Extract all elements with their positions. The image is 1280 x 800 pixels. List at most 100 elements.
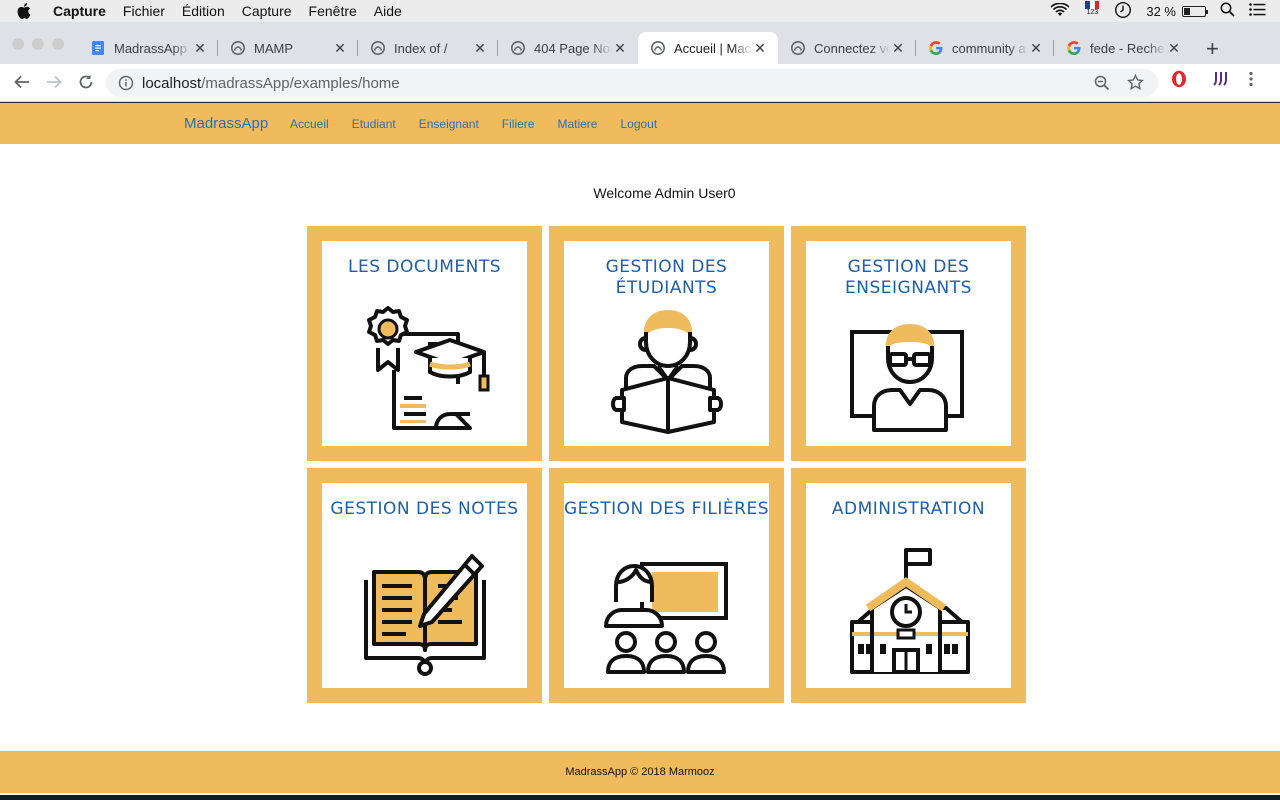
apple-menu-icon[interactable]	[17, 2, 35, 20]
site-navbar: MadrassApp Accueil Etudiant Enseignant F…	[0, 103, 1280, 144]
browser-tab[interactable]: Index of / ✕	[358, 32, 498, 64]
card-administration[interactable]: Administration	[791, 468, 1026, 703]
browser-toolbar: localhost/madrassApp/examples/home	[0, 64, 1280, 102]
card-title: Les documents	[348, 257, 501, 277]
forward-arrow-icon[interactable]	[44, 73, 64, 93]
browser-tab-strip: MadrassApp ✕ MAMP ✕ Index of / ✕ 404 Pag…	[0, 22, 1280, 64]
browser-tab-active[interactable]: Accueil | Madr ✕	[638, 32, 778, 64]
google-g-icon	[1067, 41, 1081, 55]
tab-title: community a	[952, 40, 1026, 56]
url-host: localhost	[142, 74, 202, 92]
menu-fichier[interactable]: Fichier	[123, 3, 165, 19]
close-window-button[interactable]	[12, 38, 24, 50]
input-source-caption: 123	[1086, 9, 1099, 16]
card-etudiants[interactable]: Gestion des étudiants	[549, 226, 784, 461]
clock-icon[interactable]	[1114, 1, 1132, 22]
extensions-area	[1170, 69, 1254, 89]
wifi-icon[interactable]	[1050, 2, 1070, 20]
close-tab-icon[interactable]: ✕	[1166, 40, 1182, 57]
nav-etudiant[interactable]: Etudiant	[352, 117, 396, 131]
url-path: /madrassApp/examples/home	[201, 74, 400, 92]
zoom-window-button[interactable]	[52, 38, 64, 50]
close-tab-icon[interactable]: ✕	[612, 40, 628, 57]
address-bar[interactable]: localhost/madrassApp/examples/home	[106, 69, 1158, 97]
browser-tab[interactable]: MAMP ✕	[218, 32, 358, 64]
google-docs-icon	[92, 41, 104, 55]
card-title: Gestion des filières	[564, 499, 769, 519]
nav-enseignant[interactable]: Enseignant	[419, 117, 479, 131]
card-title: Administration	[831, 499, 986, 519]
battery-percent[interactable]: 32 %	[1146, 4, 1176, 19]
reload-icon[interactable]	[76, 73, 96, 93]
certificate-graduation-icon	[366, 306, 489, 430]
menu-capture[interactable]: Capture	[242, 3, 292, 19]
menu-fenetre[interactable]: Fenêtre	[309, 3, 357, 19]
dashboard-grid: Les documents	[307, 226, 1026, 703]
browser-tab[interactable]: 404 Page Not ✕	[498, 32, 638, 64]
tab-title: MAMP	[254, 40, 293, 56]
close-tab-icon[interactable]: ✕	[752, 40, 768, 57]
student-reading-icon	[610, 310, 723, 434]
spotlight-search-icon[interactable]	[1220, 2, 1235, 20]
minimize-window-button[interactable]	[32, 38, 44, 50]
tab-title: Connectez vo	[814, 40, 890, 56]
welcome-message: Welcome Admin User0	[593, 185, 736, 201]
globe-icon	[651, 41, 665, 55]
nav-matiere[interactable]: Matiere	[557, 117, 597, 131]
school-building-icon	[849, 548, 970, 674]
browser-tab[interactable]: fede - Reche ✕	[1054, 32, 1192, 64]
web-page: MadrassApp Accueil Etudiant Enseignant F…	[0, 103, 1280, 795]
globe-icon	[791, 41, 805, 55]
globe-icon	[371, 41, 385, 55]
close-tab-icon[interactable]: ✕	[472, 40, 488, 57]
nav-accueil[interactable]: Accueil	[290, 117, 329, 131]
opera-extension-icon[interactable]	[1170, 69, 1188, 89]
browser-tab[interactable]: community a ✕	[916, 32, 1054, 64]
notebook-pencil-icon	[363, 554, 486, 676]
desktop-background	[0, 795, 1280, 800]
close-tab-icon[interactable]: ✕	[332, 40, 348, 57]
menubar-status-area: 123 32 %	[1050, 0, 1280, 22]
menu-aide[interactable]: Aide	[374, 3, 402, 19]
bookmark-star-icon[interactable]	[1127, 73, 1144, 95]
card-filieres[interactable]: Gestion des filières	[549, 468, 784, 703]
notification-center-icon[interactable]	[1249, 3, 1266, 19]
nav-logout[interactable]: Logout	[620, 117, 657, 131]
site-nav: Accueil Etudiant Enseignant Filiere Mati…	[290, 117, 680, 131]
browser-tab[interactable]: Connectez vo ✕	[778, 32, 916, 64]
card-notes[interactable]: Gestion des notes	[307, 468, 542, 703]
tab-title: MadrassApp	[114, 40, 187, 56]
nav-filiere[interactable]: Filiere	[502, 117, 535, 131]
globe-icon	[511, 41, 525, 55]
menu-edition[interactable]: Édition	[182, 3, 225, 19]
close-tab-icon[interactable]: ✕	[192, 40, 208, 57]
footer-text: MadrassApp © 2018 Marmooz	[565, 766, 715, 778]
card-title: Gestion des enseignants	[845, 257, 972, 298]
back-arrow-icon[interactable]	[12, 73, 32, 93]
site-footer: MadrassApp © 2018 Marmooz	[0, 751, 1280, 793]
zoom-icon[interactable]	[1094, 75, 1110, 95]
close-tab-icon[interactable]: ✕	[1028, 40, 1044, 57]
card-title: Gestion des étudiants	[605, 257, 728, 298]
info-icon[interactable]	[118, 75, 134, 91]
browser-tab[interactable]: MadrassApp ✕	[78, 32, 218, 64]
window-controls	[12, 38, 72, 50]
brand-link[interactable]: MadrassApp	[184, 115, 268, 132]
classroom-icon	[603, 562, 728, 674]
tab-title: Accueil | Madr	[674, 40, 752, 56]
tab-title: 404 Page Not	[534, 40, 612, 56]
menu-app-name[interactable]: Capture	[53, 3, 106, 19]
input-source-flag-icon[interactable]: 123	[1084, 1, 1100, 21]
tab-title: fede - Reche	[1090, 40, 1165, 56]
globe-icon	[231, 41, 245, 55]
extension-icon[interactable]	[1212, 70, 1230, 88]
card-documents[interactable]: Les documents	[307, 226, 542, 461]
battery-icon[interactable]	[1182, 5, 1208, 17]
google-g-icon	[929, 41, 943, 55]
close-tab-icon[interactable]: ✕	[890, 40, 906, 57]
macos-menubar: Capture Fichier Édition Capture Fenêtre …	[0, 0, 1280, 22]
tab-title: Index of /	[394, 40, 448, 56]
new-tab-button[interactable]: +	[1206, 36, 1219, 62]
chrome-menu-icon[interactable]	[1248, 71, 1254, 87]
card-enseignants[interactable]: Gestion des enseignants	[791, 226, 1026, 461]
